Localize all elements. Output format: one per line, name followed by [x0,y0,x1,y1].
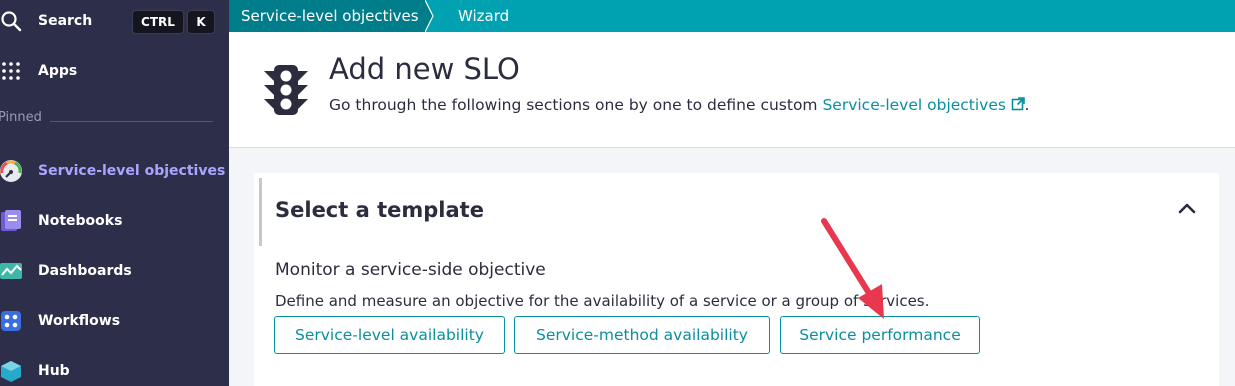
hub-icon [0,356,26,386]
apps-grid-icon [0,56,26,86]
search-icon [0,6,26,36]
dashboard-icon [0,256,26,286]
sidebar-item-label: Service-level objectives [38,163,226,179]
section-accent-bar [259,178,262,246]
section-subheading: Monitor a service-side objective [275,260,546,280]
chevron-up-icon[interactable] [1177,200,1197,216]
slo-docs-link[interactable]: Service-level objectives [822,96,1025,114]
external-link-icon [1011,97,1025,111]
sidebar: Search CTRL K Apps Pinned Service-level … [0,0,229,386]
description-suffix: . [1024,96,1030,114]
breadcrumb-item-service-level-objectives[interactable]: Service-level objectives [229,0,425,32]
gauge-icon [0,156,26,186]
breadcrumb-item-wizard[interactable]: Wizard [458,0,509,32]
sidebar-item-label: Notebooks [38,213,123,229]
service-performance-button[interactable]: Service performance [780,316,980,354]
service-method-availability-button[interactable]: Service-method availability [514,316,770,354]
traffic-light-icon [262,63,310,121]
service-level-availability-button[interactable]: Service-level availability [274,316,505,354]
sidebar-item-label: Apps [38,63,78,79]
section-description: Define and measure an objective for the … [275,292,930,310]
sidebar-item-label: Dashboards [38,263,132,279]
breadcrumb-separator-icon [425,0,434,32]
pinned-section-label: Pinned [0,110,42,125]
slo-docs-link-label: Service-level objectives [822,96,1006,114]
notebook-icon [0,206,26,236]
description-text: Go through the following sections one by… [329,96,823,114]
sidebar-item-label: Workflows [38,313,121,329]
sidebar-item-label: Search [38,13,93,29]
shortcut-k-key: K [187,10,215,34]
section-title: Select a template [275,198,484,222]
workflow-icon [0,306,26,336]
breadcrumb: Service-level objectives Wizard [229,0,1235,32]
page-title: Add new SLO [329,52,520,86]
divider [50,121,213,122]
sidebar-item-label: Hub [38,363,70,379]
shortcut-ctrl-key: CTRL [132,10,184,34]
page-description: Go through the following sections one by… [329,96,1029,114]
